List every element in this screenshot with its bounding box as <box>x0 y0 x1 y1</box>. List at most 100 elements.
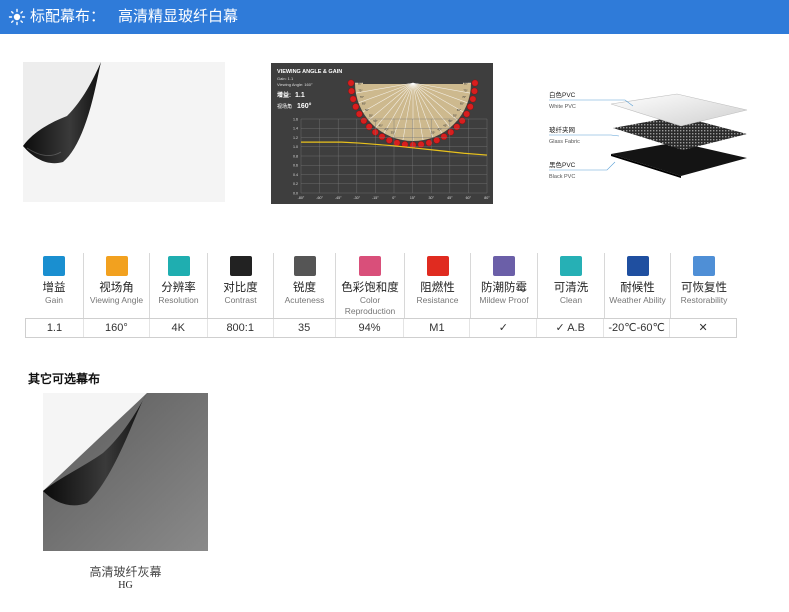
x-tick-label: -45° <box>335 196 342 200</box>
layer-2-cn: 玻纤夹网 <box>549 125 575 134</box>
angle-marker-dot <box>352 103 360 111</box>
right-degree-label: 80° <box>464 81 468 85</box>
layer-1-en: White PVC <box>549 104 576 110</box>
left-degree-label: 40° <box>384 127 388 131</box>
right-degree-label: 55° <box>453 114 457 118</box>
header-label: 标配幕布： <box>30 8 106 25</box>
spec-name: 视场角 <box>99 282 134 294</box>
angle-marker-dot <box>453 123 461 131</box>
spec-col-resolution: 分辨率 Resolution <box>149 253 207 318</box>
spec-sub: Acuteness <box>284 295 325 305</box>
spec-name: 增益 <box>42 282 66 294</box>
right-degree-label: 50° <box>448 119 452 123</box>
mildew-proof-icon <box>493 256 515 276</box>
spec-value-row: 1.1 160° 4K 800:1 35 94% M1 ✓ ✓ A.B -20℃-60℃ ✕ <box>25 318 737 338</box>
viewing-angle-gain-chart: VIEWING ANGLE & GAIN Gain: 1.1 Viewing A… <box>271 63 493 204</box>
spec-sub: Gain <box>45 295 63 305</box>
spec-col-acuteness: 锐度 Acuteness <box>273 253 335 318</box>
angle-marker-dot <box>365 123 373 131</box>
spec-col-resistance: 阻燃性 Resistance <box>404 253 470 318</box>
angle-marker-dot <box>447 128 455 136</box>
angle-marker-dot <box>360 117 368 125</box>
left-degree-label: 65° <box>362 102 366 106</box>
right-degree-label: 75° <box>463 88 467 92</box>
gain-chart-gain-cn: 增益: <box>277 91 291 99</box>
right-degree-label: 35° <box>431 130 435 134</box>
angle-marker-dot <box>393 139 401 147</box>
spec-name: 可恢复性 <box>681 282 727 294</box>
restorability-icon <box>693 256 715 276</box>
acuteness-icon <box>293 256 316 276</box>
spec-value: ✓ <box>469 319 536 337</box>
left-degree-label: 60° <box>365 108 369 112</box>
spec-value: 160° <box>82 319 149 337</box>
angle-marker-dot <box>348 87 355 95</box>
spec-value: 1.1 <box>46 322 63 334</box>
angle-marker-dot <box>469 95 477 103</box>
spec-value: 800:1 <box>206 319 273 337</box>
y-tick-label: 0.8 <box>293 154 298 158</box>
left-degree-label: 55° <box>369 114 373 118</box>
layer-1-cn: 白色PVC <box>549 90 576 99</box>
spec-value: ✕ <box>669 319 736 337</box>
right-degree-label: 60° <box>457 108 461 112</box>
y-tick-label: 1.4 <box>293 127 298 131</box>
spec-name: 防潮防霉 <box>481 282 527 294</box>
angle-marker-dot <box>347 79 355 87</box>
x-tick-label: -15° <box>372 196 379 200</box>
viewing-angle-fan: 80°75°70°65°60°55°50°45°40°35°80°75°70°6… <box>347 79 479 149</box>
gain-icon <box>43 256 65 276</box>
viewing-angle-icon <box>105 256 128 276</box>
spec-name: 色彩饱和度 <box>341 282 399 294</box>
spec-sub: Contrast <box>224 295 257 305</box>
spec-sub: Viewing Angle <box>89 295 144 305</box>
spec-value: 35 <box>272 319 335 337</box>
spec-sub: Color Reproduction <box>344 295 396 316</box>
angle-marker-dot <box>466 103 474 111</box>
gain-chart-angle-cn-value: 160° <box>297 102 312 110</box>
layer-3-cn: 黑色PVC <box>549 160 576 169</box>
spec-col-viewing-angle: 视场角 Viewing Angle <box>83 253 149 318</box>
grey-screen-roll-image[interactable] <box>43 393 208 551</box>
layer-3-en: Black PVC <box>549 174 575 180</box>
angle-marker-dot <box>458 117 466 125</box>
gain-chart-angle-line: Viewing Angle: 160° <box>277 82 313 87</box>
y-tick-label: 1.0 <box>293 145 298 149</box>
left-degree-label: 45° <box>379 123 383 127</box>
spec-col-clean: 可清洗 Clean <box>537 253 604 318</box>
spec-name: 对比度 <box>223 282 258 294</box>
spec-sub: Resolution <box>158 295 199 305</box>
color-reproduction-icon <box>359 256 381 276</box>
angle-marker-dot <box>471 87 478 95</box>
spec-name: 分辨率 <box>161 282 196 294</box>
spec-col-contrast: 对比度 Contrast <box>207 253 273 318</box>
y-tick-label: 0.6 <box>293 164 298 168</box>
left-degree-label: 80° <box>358 81 362 85</box>
clean-icon <box>560 256 582 276</box>
sun-icon <box>8 8 26 26</box>
spec-sub: Clean <box>559 295 583 305</box>
gain-chart-gain-cn-value: 1.1 <box>295 92 305 99</box>
y-tick-label: 1.6 <box>293 117 298 121</box>
spec-name: 锐度 <box>293 282 316 294</box>
gain-chart-title: VIEWING ANGLE & GAIN <box>277 69 342 75</box>
spec-sub: Restorability <box>680 295 728 305</box>
left-degree-label: 75° <box>358 88 362 92</box>
angle-marker-dot <box>349 95 357 103</box>
x-tick-label: 30° <box>428 196 434 200</box>
spec-name: 阻燃性 <box>420 282 455 294</box>
spec-col-gain: 增益 Gain <box>25 253 83 318</box>
right-degree-label: 40° <box>437 127 441 131</box>
spec-value: 94% <box>334 319 404 337</box>
angle-marker-dot <box>471 79 479 87</box>
flame-icon <box>426 256 449 276</box>
spec-sub: Resistance <box>416 295 459 305</box>
angle-marker-dot <box>378 133 386 141</box>
spec-value: 4K <box>148 319 207 337</box>
spec-name: 耐候性 <box>620 282 655 294</box>
spec-col-weather-ability: 耐候性 Weather Ability <box>604 253 670 318</box>
spec-col-mildew-proof: 防潮防霉 Mildew Proof <box>470 253 537 318</box>
angle-marker-dot <box>440 133 448 141</box>
spec-header-row: 增益 Gain 视场角 Viewing Angle 分辨率 Resolution 对比度 Co… <box>25 253 737 318</box>
thermometer-icon <box>626 256 649 276</box>
